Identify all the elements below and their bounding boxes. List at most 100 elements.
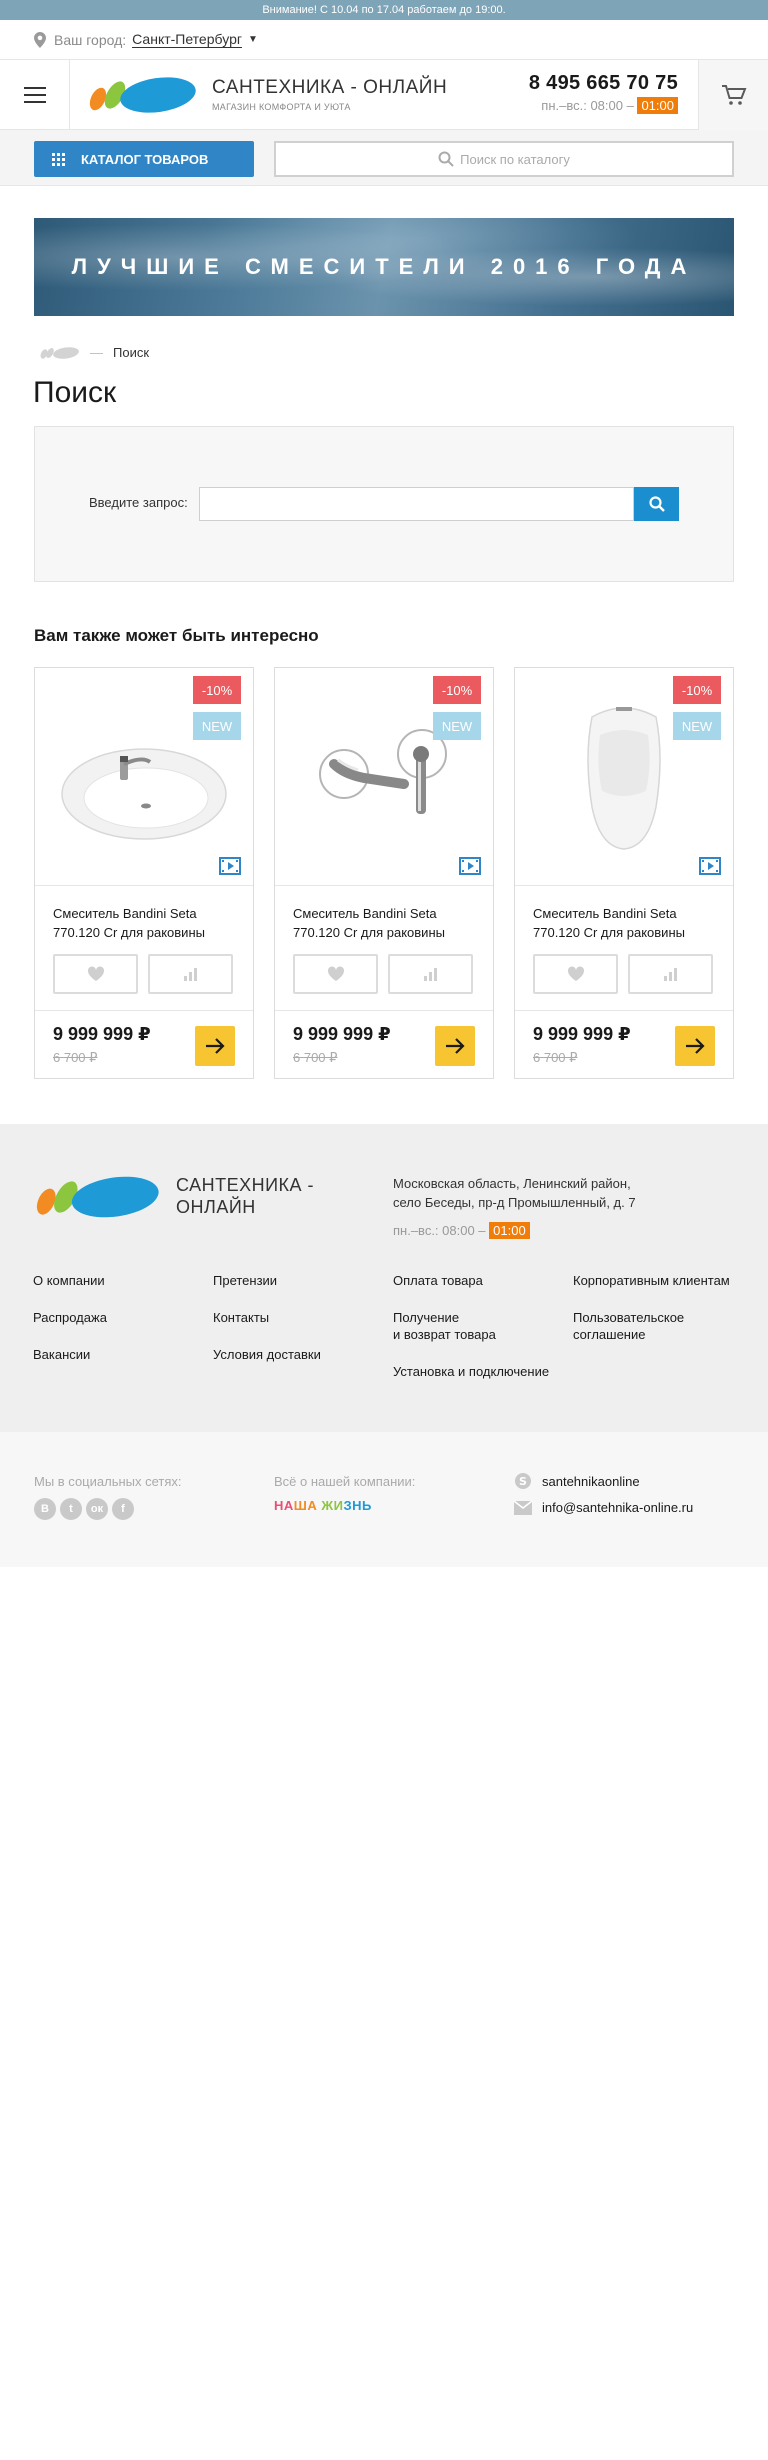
promo-banner[interactable]: ЛУЧШИЕ СМЕСИТЕЛИ 2016 ГОДА xyxy=(34,218,734,316)
product-price: 9 999 999 ₽ xyxy=(293,1024,391,1044)
compare-button[interactable] xyxy=(388,954,473,994)
search-query-label: Введите запрос: xyxy=(89,495,188,510)
email-address: info@santehnika-online.ru xyxy=(542,1500,694,1515)
footer-link[interactable]: Претензии xyxy=(213,1272,321,1289)
footer-link[interactable]: Условия доставки xyxy=(213,1346,321,1363)
footer-brand-line1: САНТЕХНИКА - xyxy=(176,1175,315,1195)
footer-brand: САНТЕХНИКА - ОНЛАЙН xyxy=(176,1174,314,1218)
new-badge: NEW xyxy=(193,712,241,740)
product-list: -10% NEW Смеситель Bandini Seta 770.120 … xyxy=(34,667,734,1079)
header: САНТЕХНИКА - ОНЛАЙН МАГАЗИН КОМФОРТА И У… xyxy=(0,60,768,130)
compare-bars-icon xyxy=(663,968,677,981)
footer-col-1: О компании Распродажа Вакансии xyxy=(33,1272,107,1383)
product-old-price: 6 700 ₽ xyxy=(533,1050,578,1065)
social-links: В t ок f xyxy=(34,1498,134,1520)
product-card[interactable]: -10% NEW Смеситель Bandini Seta 770.120 … xyxy=(34,667,254,1079)
product-card[interactable]: -10% NEW Смеситель Bandini Seta 770.120 … xyxy=(514,667,734,1079)
nasha-zhizn-logo[interactable]: НАША ЖИЗНЬ xyxy=(274,1498,372,1513)
search-submit-button[interactable] xyxy=(634,487,679,521)
city-selector[interactable]: Ваш город: Санкт-Петербург ▼ xyxy=(0,20,768,60)
add-to-cart-button[interactable] xyxy=(675,1026,715,1066)
footer-link[interactable]: О компании xyxy=(33,1272,107,1289)
email-contact[interactable]: info@santehnika-online.ru xyxy=(514,1500,693,1515)
search-form: Введите запрос: xyxy=(34,426,734,582)
footer-link[interactable]: Установка и подключение xyxy=(393,1363,549,1380)
cart-button[interactable] xyxy=(698,60,768,130)
footer-link[interactable]: Пользовательское соглашение xyxy=(573,1309,730,1343)
footer-link[interactable]: Получение и возврат товара xyxy=(393,1309,549,1343)
chevron-down-icon[interactable]: ▼ xyxy=(248,34,258,45)
city-name-link[interactable]: Санкт-Петербург xyxy=(132,31,242,48)
footer-link[interactable]: Вакансии xyxy=(33,1346,107,1363)
product-card[interactable]: -10% NEW Смеситель Bandini Seta 770.120 … xyxy=(274,667,494,1079)
add-to-cart-button[interactable] xyxy=(195,1026,235,1066)
product-old-price: 6 700 ₽ xyxy=(53,1050,98,1065)
subfooter: Мы в социальных сетях: В t ок f Всё о на… xyxy=(0,1432,768,1567)
svg-text:S: S xyxy=(519,1475,527,1488)
twitter-icon[interactable]: t xyxy=(60,1498,82,1520)
menu-burger-icon[interactable] xyxy=(0,60,70,129)
footer-link[interactable]: Распродажа xyxy=(33,1309,107,1326)
odnoklassniki-icon[interactable]: ок xyxy=(86,1498,108,1520)
work-hours-end-badge: 01:00 xyxy=(637,97,678,114)
product-image[interactable]: -10% NEW xyxy=(515,668,733,886)
mail-icon xyxy=(514,1500,532,1515)
phone-number[interactable]: 8 495 665 70 75 xyxy=(529,72,678,95)
header-contacts: 8 495 665 70 75 пн.–вс.: 08:00 – 01:00 xyxy=(529,72,678,114)
compare-button[interactable] xyxy=(148,954,233,994)
home-logo-icon[interactable] xyxy=(40,346,80,359)
heart-icon xyxy=(567,966,584,981)
footer-hours-text: пн.–вс.: 08:00 – xyxy=(393,1223,486,1238)
favorite-button[interactable] xyxy=(293,954,378,994)
product-image[interactable]: -10% NEW xyxy=(275,668,493,886)
add-to-cart-button[interactable] xyxy=(435,1026,475,1066)
favorite-button[interactable] xyxy=(53,954,138,994)
search-icon xyxy=(438,151,454,167)
footer-link[interactable]: Контакты xyxy=(213,1309,321,1326)
footer-logo-icon[interactable] xyxy=(34,1174,162,1220)
compare-bars-icon xyxy=(423,968,437,981)
footer-link[interactable]: Оплата товара xyxy=(393,1272,549,1289)
product-name[interactable]: Смеситель Bandini Seta 770.120 Cr для ра… xyxy=(293,904,483,942)
catalog-button[interactable]: КАТАЛОГ ТОВАРОВ xyxy=(34,141,254,177)
brand-subtitle: МАГАЗИН КОМФОРТА И УЮТА xyxy=(212,102,351,112)
footer-brand-line2: ОНЛАЙН xyxy=(176,1197,256,1217)
discount-badge: -10% xyxy=(673,676,721,704)
arrow-right-icon xyxy=(206,1038,225,1054)
product-price: 9 999 999 ₽ xyxy=(53,1024,151,1044)
footer-address-line2: село Беседы, пр-д Промышленный, д. 7 xyxy=(393,1195,636,1210)
video-icon[interactable] xyxy=(699,857,721,875)
brand-title: САНТЕХНИКА - ОНЛАЙН xyxy=(212,77,448,98)
social-label: Мы в социальных сетях: xyxy=(34,1474,182,1489)
heart-icon xyxy=(87,966,104,981)
search-placeholder: Поиск по каталогу xyxy=(460,151,570,167)
search-query-input[interactable] xyxy=(199,487,634,521)
breadcrumb: — Поиск xyxy=(40,345,149,360)
section-title: Вам также может быть интересно xyxy=(34,626,319,645)
product-name[interactable]: Смеситель Bandini Seta 770.120 Cr для ра… xyxy=(533,904,723,942)
grid-icon xyxy=(52,152,65,166)
video-icon[interactable] xyxy=(459,857,481,875)
new-badge: NEW xyxy=(673,712,721,740)
brand-logo-link[interactable]: САНТЕХНИКА - ОНЛАЙН МАГАЗИН КОМФОРТА И У… xyxy=(70,60,447,129)
compare-button[interactable] xyxy=(628,954,713,994)
footer-hours-end-badge: 01:00 xyxy=(489,1222,530,1239)
product-name[interactable]: Смеситель Bandini Seta 770.120 Cr для ра… xyxy=(53,904,243,942)
footer-address: Московская область, Ленинский район, сел… xyxy=(393,1174,636,1212)
catalog-search-input[interactable]: Поиск по каталогу xyxy=(274,141,734,177)
search-row: КАТАЛОГ ТОВАРОВ Поиск по каталогу xyxy=(0,130,768,186)
page-title: Поиск xyxy=(33,376,117,409)
favorite-button[interactable] xyxy=(533,954,618,994)
search-icon xyxy=(648,496,665,512)
heart-icon xyxy=(327,966,344,981)
product-image[interactable]: -10% NEW xyxy=(35,668,253,886)
catalog-button-label: КАТАЛОГ ТОВАРОВ xyxy=(81,151,209,167)
skype-contact[interactable]: S santehnikaonline xyxy=(514,1472,640,1490)
work-hours: пн.–вс.: 08:00 – 01:00 xyxy=(529,97,678,114)
facebook-icon[interactable]: f xyxy=(112,1498,134,1520)
video-icon[interactable] xyxy=(219,857,241,875)
footer-col-2: Претензии Контакты Условия доставки xyxy=(213,1272,321,1383)
skype-name: santehnikaonline xyxy=(542,1473,640,1489)
footer-link[interactable]: Корпоративным клиентам xyxy=(573,1272,730,1289)
vk-icon[interactable]: В xyxy=(34,1498,56,1520)
